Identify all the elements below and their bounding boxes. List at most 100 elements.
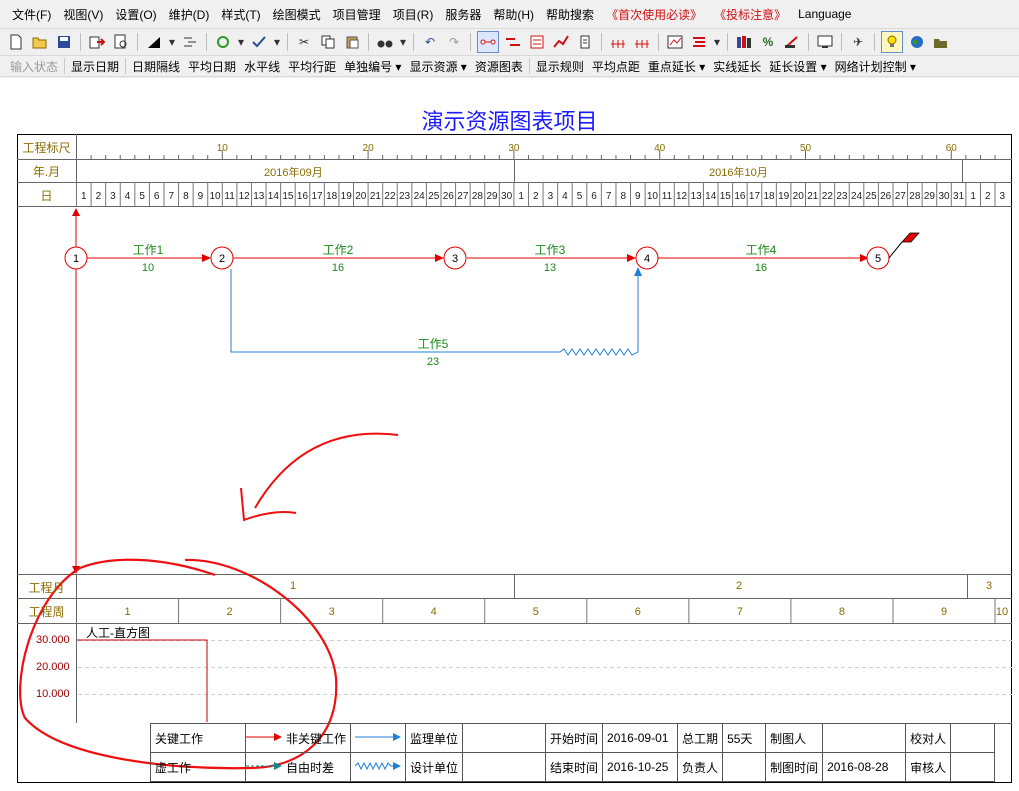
legend-start-label: 开始时间 — [545, 723, 604, 753]
menu-help[interactable]: 帮助(H) — [487, 6, 540, 23]
menu-file[interactable]: 文件(F) — [6, 6, 57, 23]
toolbar-separator — [470, 32, 471, 51]
curve-icon[interactable] — [551, 32, 571, 52]
tip-icon[interactable] — [881, 30, 903, 53]
sign-icon[interactable] — [782, 32, 802, 52]
globe-icon[interactable] — [907, 32, 927, 52]
time-scale-icon[interactable] — [608, 32, 628, 52]
date-gridline-button[interactable]: 日期隔线 — [128, 58, 184, 75]
time-scale2-icon[interactable] — [632, 32, 652, 52]
average-date-button[interactable]: 平均日期 — [184, 58, 240, 75]
day-label: 2 — [96, 191, 102, 202]
bar-mode-icon[interactable] — [503, 32, 523, 52]
layer-icon[interactable] — [689, 32, 709, 52]
dropdown-arrow-icon[interactable]: ▾ — [399, 32, 407, 52]
align-icon[interactable] — [180, 32, 200, 52]
menu-language[interactable]: Language — [792, 7, 857, 21]
menu-first-read[interactable]: 《首次使用必读》 — [600, 6, 708, 23]
week-label: 3 — [329, 606, 335, 618]
work2-arrowhead — [435, 254, 444, 262]
list-mode-icon[interactable] — [527, 32, 547, 52]
day-label: 25 — [428, 191, 440, 202]
week-cells: 1 2 3 4 5 6 7 8 9 10 — [124, 598, 1008, 623]
formula-icon[interactable]: % — [758, 32, 778, 52]
network-plan-control-dropdown[interactable]: 网络计划控制 ▾ — [831, 58, 920, 75]
print-preview-icon[interactable] — [111, 32, 131, 52]
extension-settings-dropdown[interactable]: 延长设置 ▾ — [765, 58, 830, 75]
day-label: 15 — [282, 191, 294, 202]
work4-name: 工作4 — [746, 243, 777, 257]
menu-settings[interactable]: 设置(O) — [109, 6, 162, 23]
undo-icon[interactable]: ↶ — [420, 32, 440, 52]
find-icon[interactable] — [375, 32, 395, 52]
check-icon[interactable] — [249, 32, 269, 52]
menu-help-search[interactable]: 帮助搜索 — [540, 6, 600, 23]
resource-icon[interactable] — [575, 32, 595, 52]
show-resource-dropdown[interactable]: 显示资源 ▾ — [405, 58, 470, 75]
work5-arrowhead — [634, 267, 642, 276]
monitor-icon[interactable] — [815, 32, 835, 52]
drawing-canvas[interactable]: 演示资源图表项目 10 20 30 40 50 60 1 2 3 4 5 6 7 8 9 10 11 12 13 1… — [0, 78, 1019, 791]
average-point-spacing-button[interactable]: 平均点距 — [588, 58, 644, 75]
day-label: 3 — [548, 191, 554, 202]
week-label: 1 — [124, 606, 130, 618]
menu-draw-mode[interactable]: 绘图模式 — [267, 6, 327, 23]
menu-server[interactable]: 服务器 — [439, 6, 487, 23]
fill-style-icon[interactable] — [144, 32, 164, 52]
menu-maintain[interactable]: 维护(D) — [163, 6, 216, 23]
menu-bid-notes[interactable]: 《投标注意》 — [708, 6, 792, 23]
menu-style[interactable]: 样式(T) — [215, 6, 266, 23]
menu-project[interactable]: 项目(R) — [387, 6, 440, 23]
day-label: 12 — [239, 191, 251, 202]
day-label: 4 — [562, 191, 568, 202]
save-icon[interactable] — [54, 32, 74, 52]
open-folder-icon[interactable] — [30, 32, 50, 52]
dropdown-arrow-icon[interactable]: ▾ — [168, 32, 176, 52]
menu-bar: 文件(F) 视图(V) 设置(O) 维护(D) 样式(T) 绘图模式 项目管理 … — [0, 0, 1019, 28]
toolbar-separator — [64, 58, 66, 74]
show-date-button[interactable]: 显示日期 — [67, 58, 123, 75]
dropdown-arrow-icon[interactable]: ▾ — [237, 32, 245, 52]
legend-float-arrow — [350, 752, 407, 782]
resource-chart-button[interactable]: 资源图表 — [471, 58, 527, 75]
menu-project-manage[interactable]: 项目管理 — [327, 6, 387, 23]
new-file-icon[interactable] — [6, 32, 26, 52]
dropdown-arrow-icon[interactable]: ▾ — [273, 32, 281, 52]
individual-numbering-dropdown[interactable]: 单独编号 ▾ — [340, 58, 405, 75]
toolbar-separator — [658, 32, 659, 51]
dropdown-arrow-icon[interactable]: ▾ — [713, 32, 721, 52]
toolbar-separator — [125, 58, 127, 74]
work5-arrow — [230, 269, 560, 353]
export-icon[interactable] — [87, 32, 107, 52]
day-label: 28 — [909, 191, 921, 202]
plane-icon[interactable]: ✈ — [848, 32, 868, 52]
day-label: 8 — [620, 191, 626, 202]
legend-drawtime-label: 制图时间 — [765, 752, 824, 782]
refresh-icon[interactable] — [213, 32, 233, 52]
average-row-spacing-button[interactable]: 平均行距 — [284, 58, 340, 75]
books-icon[interactable] — [734, 32, 754, 52]
legend-designer-label: 设计单位 — [405, 752, 464, 782]
work1-duration: 10 — [142, 262, 154, 274]
copy-icon[interactable] — [318, 32, 338, 52]
menu-view[interactable]: 视图(V) — [57, 6, 109, 23]
folder-go-icon[interactable] — [931, 32, 951, 52]
week-label: 9 — [941, 606, 947, 618]
key-extension-dropdown[interactable]: 重点延长 ▾ — [644, 58, 709, 75]
legend-drawer-label: 制图人 — [765, 723, 824, 753]
chart-frame — [17, 134, 1012, 783]
redo-icon[interactable]: ↷ — [444, 32, 464, 52]
day-label: 27 — [457, 191, 469, 202]
project-week-row-label: 工程周 — [28, 605, 65, 619]
paste-icon[interactable] — [342, 32, 362, 52]
show-rules-button[interactable]: 显示规则 — [532, 58, 588, 75]
chart-icon[interactable] — [665, 32, 685, 52]
input-state-button[interactable]: 输入状态 — [6, 58, 62, 75]
network-mode-icon[interactable] — [477, 30, 499, 53]
solid-extension-button[interactable]: 实线延长 — [709, 58, 765, 75]
toolbar-separator — [287, 32, 288, 51]
cut-icon[interactable]: ✂ — [294, 32, 314, 52]
work1-name: 工作1 — [133, 243, 164, 257]
horizontal-line-button[interactable]: 水平线 — [240, 58, 284, 75]
toolbar-separator — [841, 32, 842, 51]
